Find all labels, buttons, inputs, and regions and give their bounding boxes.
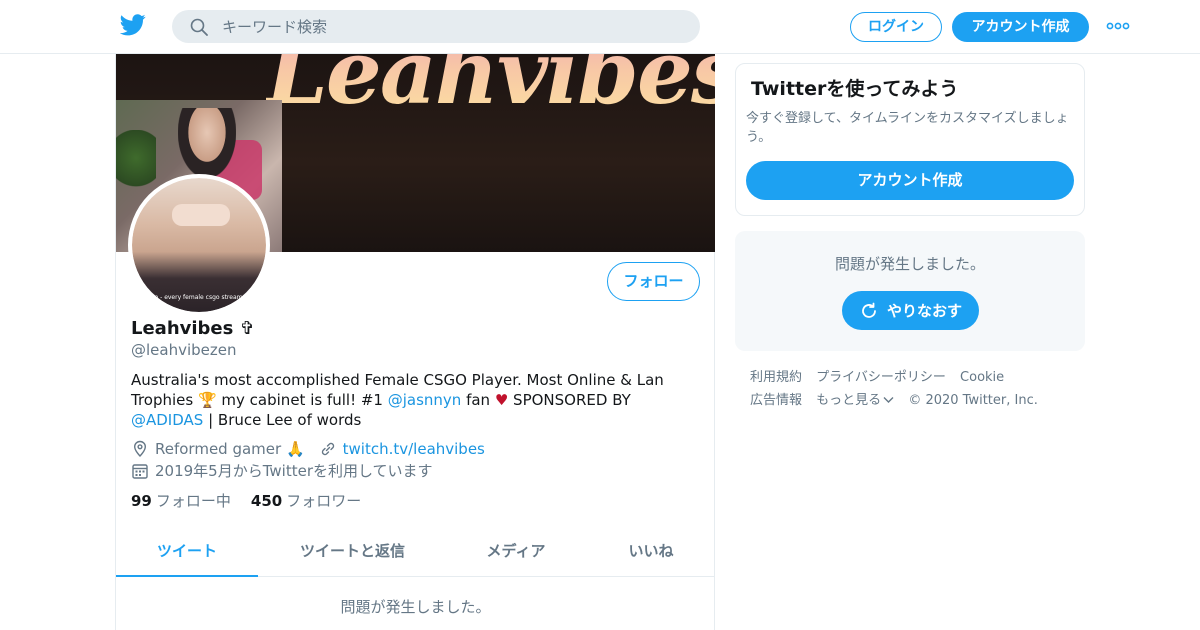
profile-joined-date: 2019年5月からTwitterを利用しています [155,462,433,480]
tab-tweets-and-replies[interactable]: ツイートと返信 [280,528,425,577]
mention-link[interactable]: @jasnnyn [388,391,462,409]
search-icon [190,18,208,36]
avatar-image: Me - every female csgo streamer [132,178,266,312]
more-dots-icon[interactable] [1106,18,1130,34]
bio-text: SPONSORED BY [508,391,631,409]
location-pin-icon [133,440,147,457]
followers-count: 450 [250,492,283,510]
signup-card: Twitterを使ってみよう 今すぐ登録して、タイムラインをカスタマイズしましょ… [735,63,1085,216]
tab-media[interactable]: メディア [466,528,566,577]
refresh-icon [862,302,876,318]
profile-stats: 99 フォロー中 450 フォロワー [131,490,381,511]
following-count: 99 [131,492,152,510]
profile-location: Reformed gamer 🙏 [155,440,305,458]
followers-stat[interactable]: 450 フォロワー [251,490,361,511]
search-input[interactable] [222,10,682,43]
top-bar: ログイン アカウント作成 [0,0,1200,54]
profile-tabs: ツイート ツイートと返信 メディア いいね [116,528,715,577]
streamer-shape [178,108,236,178]
signup-card-description: 今すぐ登録して、タイムラインをカスタマイズしましょう。 [746,111,1069,145]
following-label: フォロー中 [155,492,231,510]
footer-more-label: もっと見る [816,393,882,408]
twitter-bird-icon[interactable] [120,14,146,36]
profile-handle: @leahvibezen [131,341,237,359]
retry-label: やりなおす [886,302,962,320]
calendar-icon [132,463,148,479]
sidebar-error-message: 問題が発生しました。 [834,255,985,273]
profile-bio: Australia's most accomplished Female CSG… [131,370,701,430]
avatar-top-shape [172,204,230,226]
tab-tweets[interactable]: ツイート [116,528,258,577]
signup-button[interactable]: アカウント作成 [952,12,1089,42]
profile-meta-row: Reformed gamer 🙏 twitch.tv/leahvibes [131,440,485,458]
login-button[interactable]: ログイン [850,12,942,42]
profile-name: Leahvibes ✞ [131,318,255,339]
banner-title: Leahvibes [266,54,715,124]
avatar-caption: Me - every female csgo streamer [149,294,249,301]
footer-link-privacy[interactable]: プライバシーポリシー [816,366,946,389]
signup-card-title: Twitterを使ってみよう [751,78,959,100]
footer-link-terms[interactable]: 利用規約 [750,366,802,389]
footer-copyright: © 2020 Twitter, Inc. [908,393,1038,408]
retry-button[interactable]: やりなおす [842,291,979,330]
sidebar-footer: 利用規約 プライバシーポリシー Cookie 広告情報 もっと見る © 2020… [750,366,1080,412]
plant-shape [116,130,156,200]
profile-website-link[interactable]: twitch.tv/leahvibes [343,440,485,458]
chevron-down-icon [883,397,894,403]
follow-button[interactable]: フォロー [607,262,700,301]
tab-likes[interactable]: いいね [606,528,696,577]
timeline-error-message: 問題が発生しました。 [340,598,491,616]
avatar[interactable]: Me - every female csgo streamer [128,174,270,316]
footer-link-cookie[interactable]: Cookie [960,366,1004,389]
heart-icon: ♥ [494,391,509,409]
mention-link[interactable]: @ADIDAS [131,411,203,429]
signup-card-button[interactable]: アカウント作成 [746,161,1074,200]
search-box[interactable] [172,10,700,43]
link-icon [321,442,334,456]
profile-column: Leahvibes Me - every female csgo streame… [115,54,715,630]
footer-more-link[interactable]: もっと見る [816,389,894,412]
bio-text: | Bruce Lee of words [203,411,362,429]
bio-text: fan [461,391,495,409]
sidebar-error-card: 問題が発生しました。 やりなおす [735,231,1085,351]
following-stat[interactable]: 99 フォロー中 [131,490,231,511]
footer-link-ads[interactable]: 広告情報 [750,389,802,412]
followers-label: フォロワー [286,492,362,510]
profile-meta-row: 2019年5月からTwitterを利用しています [131,460,433,481]
